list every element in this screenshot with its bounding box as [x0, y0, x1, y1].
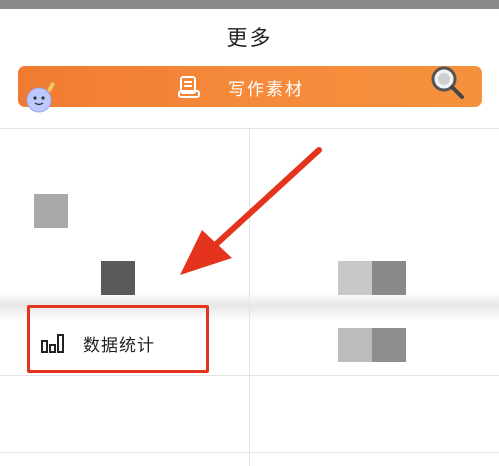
- annotation-arrow: [180, 147, 322, 275]
